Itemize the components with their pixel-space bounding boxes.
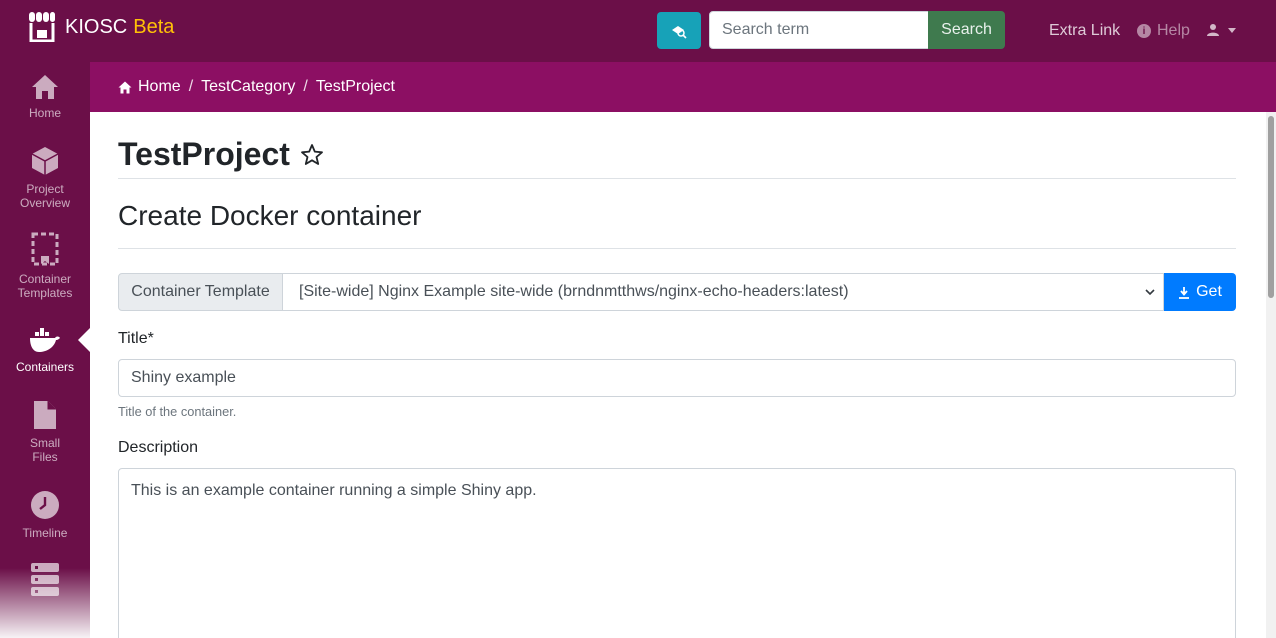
container-template-group: Container Template [Site-wide] Nginx Exa… [118, 273, 1236, 311]
container-template-select[interactable]: [Site-wide] Nginx Example site-wide (brn… [283, 273, 1164, 311]
advanced-search-button[interactable] [657, 12, 701, 49]
sidebar: Home Project Overview Container Template… [0, 62, 90, 638]
title-input[interactable] [118, 359, 1236, 397]
sidebar-item-label: Containers [15, 360, 75, 374]
title-help-text: Title of the container. [118, 404, 237, 419]
chevron-down-icon [1228, 27, 1236, 33]
title-field-label: Title* [118, 330, 154, 347]
brand-name: KIOSC [65, 15, 128, 38]
divider [118, 178, 1236, 179]
sidebar-item-label: Small Files [29, 436, 60, 464]
extra-link[interactable]: Extra Link [1049, 20, 1120, 42]
active-indicator [78, 328, 90, 352]
info-icon: i [1137, 24, 1151, 38]
clock-icon [31, 491, 59, 519]
description-textarea[interactable]: This is an example container running a s… [118, 468, 1236, 638]
home-icon [32, 75, 58, 99]
sidebar-item-timeline[interactable]: Timeline [0, 490, 90, 540]
sidebar-item-home[interactable]: Home [0, 74, 90, 120]
breadcrumb-category-link[interactable]: TestCategory [201, 78, 295, 96]
breadcrumb-project-current: TestProject [315, 78, 395, 95]
user-icon [1207, 24, 1219, 36]
breadcrumb-home-link[interactable]: Home [138, 78, 181, 96]
page-scrollbar[interactable] [1266, 112, 1276, 638]
description-text: This is an example container running a s… [131, 482, 537, 499]
project-title: TestProject [118, 136, 290, 172]
cube-icon [31, 147, 59, 175]
user-menu-dropdown[interactable] [1206, 23, 1236, 37]
top-navbar: KIOSC Beta Search Extra Link i Help [0, 0, 1276, 62]
sidebar-item-label: Project Overview [19, 182, 70, 210]
get-button-label: Get [1196, 283, 1222, 300]
sidebar-fade [0, 568, 90, 638]
sidebar-item-containers[interactable]: Containers [0, 328, 90, 374]
dashed-template-icon [31, 232, 59, 266]
help-label: Help [1157, 22, 1190, 39]
store-logo-icon [29, 12, 55, 42]
help-link[interactable]: i Help [1137, 20, 1190, 42]
brand-link[interactable]: KIOSC Beta [28, 12, 174, 42]
sidebar-item-small-files[interactable]: Small Files [0, 400, 90, 464]
sidebar-item-project-overview[interactable]: Project Overview [0, 146, 90, 210]
get-template-button[interactable]: Get [1164, 273, 1236, 311]
search-mode-icon [672, 25, 687, 39]
home-icon [118, 81, 132, 93]
section-title: Create Docker container [118, 200, 422, 231]
breadcrumb-separator: / [303, 78, 308, 95]
sidebar-item-label: Container Templates [17, 272, 73, 300]
chevron-down-icon [1145, 289, 1155, 296]
search-button[interactable]: Search [928, 11, 1005, 49]
sidebar-item-label: Timeline [22, 526, 68, 540]
breadcrumb: Home / TestCategory / TestProject [90, 62, 1276, 112]
breadcrumb-separator: / [188, 78, 194, 95]
main-content: TestProject Create Docker container Cont… [90, 112, 1276, 638]
star-icon[interactable] [300, 143, 324, 167]
download-icon [1179, 286, 1190, 299]
container-template-label: Container Template [118, 273, 283, 311]
search-input[interactable] [709, 11, 929, 49]
docker-icon [30, 328, 60, 352]
divider [118, 248, 1236, 249]
page-title: TestProject [118, 136, 324, 173]
file-icon [34, 401, 56, 429]
sidebar-item-container-templates[interactable]: Container Templates [0, 232, 90, 300]
description-field-label: Description [118, 439, 199, 456]
container-template-selected: [Site-wide] Nginx Example site-wide (brn… [299, 283, 849, 300]
brand-beta-badge: Beta [133, 15, 175, 38]
scrollbar-thumb[interactable] [1268, 116, 1274, 298]
sidebar-item-label: Home [28, 106, 61, 120]
